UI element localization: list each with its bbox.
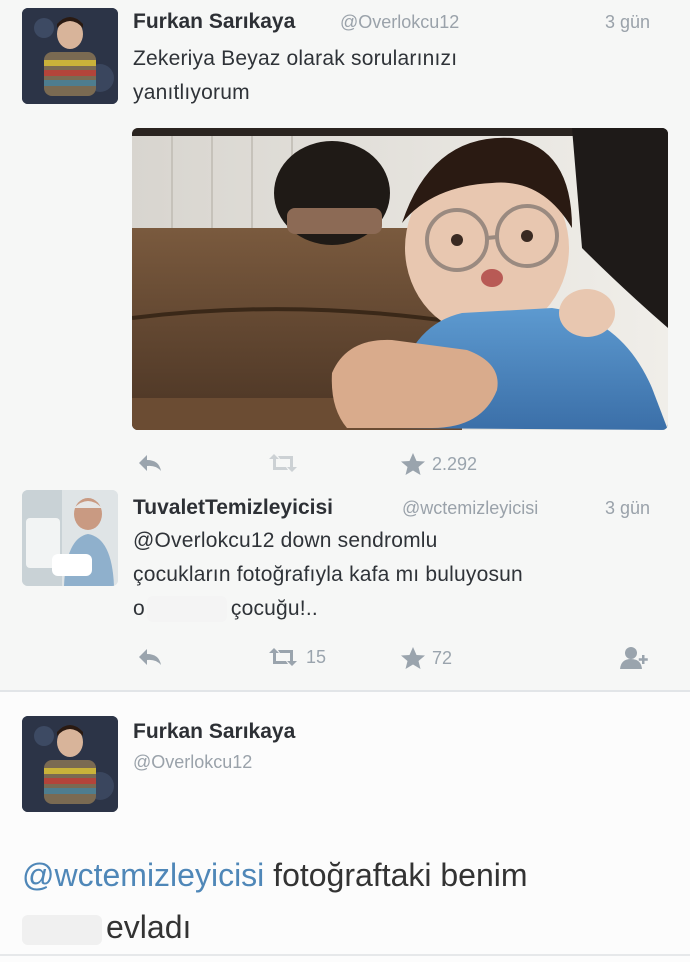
timestamp[interactable]: 3 gün bbox=[605, 12, 650, 33]
redaction-blur bbox=[22, 914, 102, 945]
tweet-text-tail: çocuğu!.. bbox=[230, 597, 318, 620]
reply-arrow-icon bbox=[139, 649, 161, 665]
tweet-text: @Overlokcu12 down sendromlu çocukların f… bbox=[133, 524, 523, 626]
user-handle[interactable]: @Overlokcu12 bbox=[340, 12, 459, 33]
reply-arrow-icon bbox=[139, 455, 161, 471]
tweet-text: Zekeriya Beyaz olarak sorularınızı yanıt… bbox=[133, 42, 457, 110]
star-icon bbox=[401, 453, 425, 475]
retweet-icon bbox=[269, 648, 297, 666]
reply-text: fotoğraftaki benim bbox=[264, 857, 528, 893]
mention-link[interactable]: @Overlokcu12 down sendromlu bbox=[133, 529, 438, 552]
tweet-text-line: Zekeriya Beyaz olarak sorularınızı bbox=[133, 47, 458, 70]
retweet-button[interactable]: 15 bbox=[266, 646, 326, 668]
redacted-prefix: o bbox=[133, 597, 145, 620]
reply-button[interactable] bbox=[136, 452, 164, 474]
favorite-button[interactable]: 2.292 bbox=[400, 452, 477, 476]
user-handle[interactable]: @wctemizleyicisi bbox=[402, 498, 538, 519]
tweet-text-line: o çocuğu!.. bbox=[133, 592, 523, 626]
star-icon bbox=[401, 647, 425, 669]
user-name[interactable]: Furkan Sarıkaya bbox=[133, 720, 295, 744]
tweet-actions: 15 72 bbox=[132, 646, 662, 674]
tweet-1[interactable]: Furkan Sarıkaya @Overlokcu12 3 gün Zeker… bbox=[0, 0, 690, 490]
timestamp[interactable]: 3 gün bbox=[605, 498, 650, 519]
user-name[interactable]: TuvaletTemizleyicisi bbox=[133, 496, 333, 520]
tweet-text-line: yanıtlıyorum bbox=[133, 81, 250, 104]
favorite-count: 72 bbox=[432, 647, 453, 668]
reply-button[interactable] bbox=[136, 646, 164, 668]
tweet-text-line: @Overlokcu12 down sendromlu bbox=[133, 524, 523, 558]
favorite-count: 2.292 bbox=[432, 453, 478, 474]
add-user-icon bbox=[620, 647, 648, 669]
tweet-actions: 2.292 bbox=[132, 452, 672, 480]
tweet-text-line: çocukların fotoğrafıyla kafa mı buluyosu… bbox=[133, 563, 523, 586]
retweet-count: 15 bbox=[306, 646, 327, 667]
follow-button[interactable] bbox=[620, 646, 650, 670]
tweet-photo[interactable] bbox=[132, 128, 668, 430]
retweet-icon bbox=[269, 454, 297, 472]
retweet-button[interactable] bbox=[266, 452, 306, 474]
mention-link[interactable]: @wctemizleyicisi bbox=[22, 857, 264, 893]
avatar[interactable] bbox=[22, 716, 118, 812]
reply-text: evladı bbox=[106, 909, 192, 945]
reply-text-line-2: evladı bbox=[22, 902, 191, 952]
favorite-button[interactable]: 72 bbox=[400, 646, 452, 670]
avatar[interactable] bbox=[22, 490, 118, 586]
reply-text-line-1: @wctemizleyicisi fotoğraftaki benim bbox=[22, 850, 528, 900]
reply-tweet[interactable]: Furkan Sarıkaya @Overlokcu12 @wctemizley… bbox=[0, 692, 690, 962]
tweet-2[interactable]: TuvaletTemizleyicisi @wctemizleyicisi 3 … bbox=[0, 488, 690, 688]
user-handle[interactable]: @Overlokcu12 bbox=[133, 752, 252, 773]
avatar[interactable] bbox=[22, 8, 118, 104]
bottom-divider bbox=[0, 954, 690, 956]
user-name[interactable]: Furkan Sarıkaya bbox=[133, 10, 295, 34]
redaction-blur bbox=[146, 596, 227, 623]
